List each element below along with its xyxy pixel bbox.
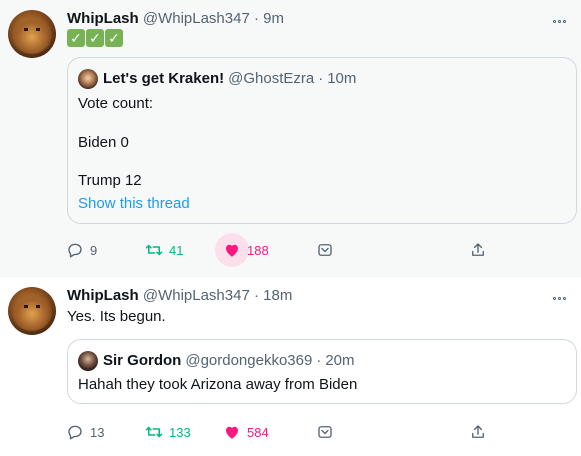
quoted-author-handle: @gordongekko369 <box>185 352 313 369</box>
separator: · <box>318 70 324 87</box>
share-icon <box>461 233 495 267</box>
tweet-actions: 9 41 188 <box>67 233 507 267</box>
timestamp[interactable]: 9m <box>263 10 284 27</box>
share-button[interactable] <box>470 234 495 266</box>
share-button[interactable] <box>470 416 495 448</box>
quoted-text-line: Vote count: <box>78 95 154 112</box>
quoted-tweet[interactable]: Sir Gordon @gordongekko369 · 20m Hahah t… <box>67 339 577 404</box>
tweet-text: ✓ ✓ ✓ <box>67 29 123 47</box>
like-count: 188 <box>247 242 269 258</box>
more-icon[interactable] <box>553 287 571 300</box>
timestamp[interactable]: 18m <box>263 287 292 304</box>
more-icon[interactable] <box>553 10 571 23</box>
retweet-count: 133 <box>169 424 191 440</box>
separator: · <box>316 352 322 369</box>
check-mark-emoji: ✓ <box>67 29 85 47</box>
reply-icon <box>58 415 92 449</box>
save-button[interactable] <box>317 234 342 266</box>
retweet-count: 41 <box>169 242 184 258</box>
quoted-author-handle: @GhostEzra <box>228 70 315 87</box>
like-button[interactable]: 188 <box>215 233 269 267</box>
retweet-icon <box>137 415 171 449</box>
show-thread-link[interactable]: Show this thread <box>78 194 190 214</box>
check-mark-emoji: ✓ <box>105 29 123 47</box>
quoted-avatar <box>78 351 98 371</box>
reply-icon <box>58 233 92 267</box>
author-handle[interactable]: @WhipLash347 <box>143 287 250 304</box>
reply-button[interactable]: 9 <box>67 234 97 266</box>
quoted-timestamp: 20m <box>325 352 355 369</box>
retweet-icon <box>137 233 171 267</box>
reply-count: 9 <box>90 242 98 258</box>
tweet[interactable]: WhipLash @WhipLash347 · 9m ✓ ✓ ✓ Let's g… <box>0 0 581 276</box>
reply-button[interactable]: 13 <box>67 416 104 448</box>
tweet-actions: 13 133 584 <box>67 416 507 448</box>
tweet[interactable]: WhipLash @WhipLash347 · 18m Yes. Its beg… <box>0 277 581 456</box>
avatar[interactable] <box>8 287 56 335</box>
quoted-tweet[interactable]: Let's get Kraken! @GhostEzra · 10m Vote … <box>67 57 577 224</box>
heart-icon <box>215 415 249 449</box>
heart-icon <box>215 233 249 267</box>
share-icon <box>461 415 495 449</box>
like-count: 584 <box>247 424 269 440</box>
save-icon <box>308 233 342 267</box>
quoted-text-line: Biden 0 <box>78 134 129 151</box>
tweet-header: WhipLash @WhipLash347 · 18m <box>67 287 292 305</box>
quoted-author-name: Let's get Kraken! <box>103 70 225 87</box>
save-icon <box>308 415 342 449</box>
quoted-author-name: Sir Gordon <box>103 352 182 369</box>
tweet-header: WhipLash @WhipLash347 · 9m <box>67 10 284 28</box>
quoted-tweet-header: Sir Gordon @gordongekko369 · 20m <box>78 351 355 371</box>
quoted-text-line: Trump 12 <box>78 172 142 189</box>
save-button[interactable] <box>317 416 342 448</box>
avatar[interactable] <box>8 10 56 58</box>
retweet-button[interactable]: 41 <box>145 234 184 266</box>
author-name[interactable]: WhipLash <box>67 287 139 304</box>
quoted-text: Hahah they took Arizona away from Biden <box>78 376 358 393</box>
retweet-button[interactable]: 133 <box>145 416 191 448</box>
quoted-tweet-header: Let's get Kraken! @GhostEzra · 10m <box>78 69 356 89</box>
tweet-text: Yes. Its begun. <box>67 308 166 325</box>
author-name[interactable]: WhipLash <box>67 10 139 27</box>
quoted-timestamp: 10m <box>327 70 357 87</box>
like-button[interactable]: 584 <box>224 416 269 448</box>
quoted-avatar <box>78 69 98 89</box>
check-mark-emoji: ✓ <box>86 29 104 47</box>
separator: · <box>253 287 259 304</box>
separator: · <box>253 10 259 27</box>
author-handle[interactable]: @WhipLash347 <box>143 10 250 27</box>
reply-count: 13 <box>90 424 105 440</box>
